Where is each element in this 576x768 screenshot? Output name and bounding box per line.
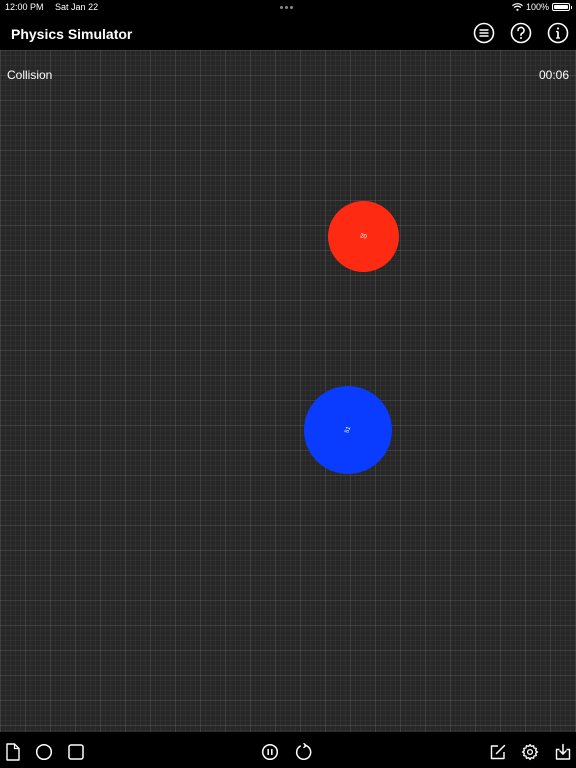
add-circle-button[interactable] — [34, 742, 54, 762]
blue-ball[interactable]: 51 — [304, 386, 392, 474]
status-left: 12:00 PM Sat Jan 22 — [5, 2, 107, 12]
list-button[interactable] — [472, 21, 496, 45]
nav-bar: Physics Simulator — [0, 16, 576, 50]
save-icon — [555, 743, 571, 760]
wifi-icon — [512, 3, 523, 11]
app-title: Physics Simulator — [11, 26, 133, 42]
settings-button[interactable] — [520, 742, 540, 762]
circle-shape-icon — [35, 743, 53, 761]
save-button[interactable] — [553, 742, 573, 762]
red-ball[interactable]: 20 — [328, 201, 399, 272]
new-document-button[interactable] — [3, 742, 23, 762]
simulation-timer: 00:06 — [538, 68, 569, 82]
multitasking-dots-icon[interactable] — [280, 6, 296, 10]
edit-icon — [490, 744, 506, 760]
info-icon — [547, 22, 569, 44]
simulation-canvas[interactable]: Collision 00:06 20 51 — [0, 50, 576, 732]
help-icon — [510, 22, 532, 44]
battery-icon — [552, 3, 572, 11]
reset-icon — [295, 743, 312, 760]
pause-button[interactable] — [260, 742, 280, 762]
info-button[interactable] — [546, 21, 570, 45]
status-right: 100% — [512, 2, 572, 12]
settings-icon — [521, 743, 539, 761]
new-document-icon — [6, 743, 20, 761]
battery-percent: 100% — [525, 2, 549, 12]
edit-button[interactable] — [488, 742, 508, 762]
red-ball-label: 20 — [359, 232, 368, 241]
reset-button[interactable] — [293, 742, 313, 762]
help-button[interactable] — [509, 21, 533, 45]
pause-icon — [261, 743, 279, 761]
status-date: Sat Jan 22 — [55, 2, 99, 12]
nav-actions — [459, 21, 570, 45]
square-shape-icon — [68, 744, 84, 760]
status-time: 12:00 PM — [5, 2, 44, 12]
blue-ball-label: 51 — [344, 425, 352, 435]
list-icon — [473, 22, 495, 44]
simulation-name: Collision — [7, 68, 53, 82]
app-screen: 12:00 PM Sat Jan 22 100% Physics Simulat… — [0, 0, 576, 768]
status-bar: 12:00 PM Sat Jan 22 100% — [0, 0, 576, 16]
add-square-button[interactable] — [66, 742, 86, 762]
bottom-toolbar — [0, 732, 576, 768]
